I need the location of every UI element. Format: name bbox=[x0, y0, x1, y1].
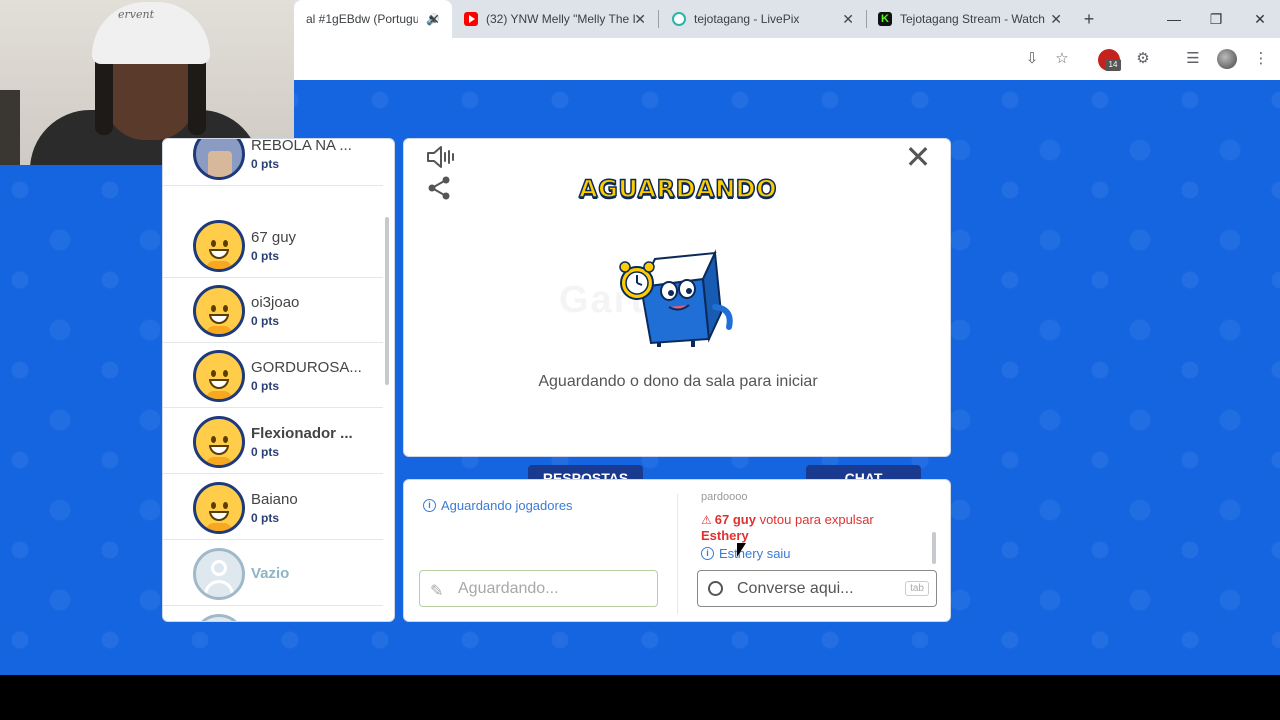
menu-dots-icon[interactable]: ⋮ bbox=[1250, 48, 1272, 70]
tab-livepix[interactable]: tejotagang - LivePix ✕ bbox=[660, 0, 866, 38]
player-item[interactable]: Flexionador ... 0 pts bbox=[163, 409, 383, 474]
smiley-avatar-icon bbox=[193, 482, 245, 534]
media-controls-icon[interactable]: ☰ bbox=[1182, 48, 1204, 70]
player-item[interactable]: REBOLA NA ... 0 pts bbox=[163, 138, 383, 186]
vote-text: votou para expulsar bbox=[755, 512, 874, 527]
sound-icon[interactable] bbox=[426, 145, 456, 169]
status-title: AGUARDANDO bbox=[578, 174, 777, 204]
tab-separator bbox=[658, 10, 659, 28]
profile-avatar[interactable] bbox=[1217, 49, 1237, 69]
new-tab-button[interactable]: + bbox=[1078, 8, 1100, 30]
tab-youtube[interactable]: (32) YNW Melly "Melly The I ✕ bbox=[452, 0, 658, 38]
player-points: 0 pts bbox=[251, 249, 280, 263]
tab-title: al #1gEBdw (Portugu bbox=[306, 12, 419, 26]
player-points: 0 pts bbox=[251, 511, 280, 525]
player-item[interactable]: Baiano 0 pts bbox=[163, 475, 383, 540]
smiley-avatar-icon bbox=[193, 416, 245, 468]
chat-placeholder: Converse aqui... bbox=[737, 580, 854, 597]
empty-user-icon bbox=[193, 614, 245, 621]
kick-icon: K bbox=[878, 12, 892, 26]
player-name: 67 guy bbox=[251, 229, 297, 246]
smiley-avatar-icon bbox=[193, 350, 245, 402]
player-name: GORDUROSA... bbox=[251, 359, 362, 376]
webcam-chair bbox=[0, 90, 20, 165]
mouse-cursor bbox=[737, 543, 746, 557]
black-bar bbox=[0, 675, 1280, 720]
vote-target: Esthery bbox=[701, 528, 749, 543]
install-app-icon[interactable]: ⇩ bbox=[1021, 48, 1043, 70]
warning-icon: ⚠ bbox=[701, 513, 712, 527]
player-points: 0 pts bbox=[251, 314, 280, 328]
chat-vote-message: ⚠ 67 guy votou para expulsar Esthery bbox=[701, 512, 921, 543]
info-icon: i bbox=[701, 547, 714, 560]
vote-user: 67 guy bbox=[714, 512, 756, 527]
youtube-icon bbox=[464, 12, 478, 26]
player-name: Flexionador ... bbox=[251, 425, 353, 442]
chat-input[interactable]: Converse aqui... tab bbox=[697, 570, 937, 607]
tab-gartic[interactable]: al #1gEBdw (Portugu 🔊 ✕ bbox=[294, 0, 452, 38]
info-icon: i bbox=[423, 499, 436, 512]
player-item[interactable]: 67 guy 0 pts bbox=[163, 213, 383, 278]
tab-key-hint: tab bbox=[905, 581, 929, 596]
player-list[interactable]: REBOLA NA ... 0 pts 67 guy 0 pts oi3joao… bbox=[162, 138, 395, 622]
player-name: REBOLA NA ... bbox=[251, 138, 352, 154]
bookmark-star-icon[interactable]: ☆ bbox=[1051, 48, 1073, 70]
tab-title: Tejotagang Stream - Watch bbox=[900, 12, 1045, 26]
player-points: 0 pts bbox=[251, 445, 280, 459]
window-close-button[interactable]: ✕ bbox=[1238, 0, 1280, 38]
livepix-icon bbox=[672, 12, 686, 26]
player-avatar bbox=[193, 139, 245, 180]
close-icon[interactable]: ✕ bbox=[842, 11, 854, 28]
status-message: Aguardando o dono da sala para iniciar bbox=[538, 373, 818, 390]
extensions-icon[interactable]: ⚙ bbox=[1132, 48, 1154, 70]
panel-divider bbox=[677, 494, 678, 614]
answers-info: i Aguardando jogadores bbox=[423, 498, 573, 513]
chat-bubble-icon bbox=[708, 581, 723, 596]
answer-placeholder: Aguardando... bbox=[458, 580, 559, 597]
player-name: Baiano bbox=[251, 491, 298, 508]
empty-slot[interactable]: Vazio bbox=[163, 541, 383, 606]
close-icon[interactable]: ✕ bbox=[1050, 11, 1062, 28]
main-panel: ✕ Gartic AGUARDANDO Aguardando o dono da… bbox=[403, 138, 951, 457]
minimize-button[interactable]: — bbox=[1152, 0, 1196, 38]
player-name: oi3joao bbox=[251, 294, 300, 311]
smiley-avatar-icon bbox=[193, 285, 245, 337]
empty-slot bbox=[163, 607, 383, 621]
player-list-scrollbar[interactable] bbox=[385, 217, 389, 385]
pencil-icon: ✎ bbox=[430, 583, 444, 600]
tab-kick[interactable]: K Tejotagang Stream - Watch ✕ bbox=[866, 0, 1074, 38]
player-item[interactable]: oi3joao 0 pts bbox=[163, 278, 383, 343]
player-points: 0 pts bbox=[251, 379, 280, 393]
answer-input[interactable]: ✎ Aguardando... bbox=[419, 570, 658, 607]
chat-message: pardoooo bbox=[701, 491, 748, 503]
close-icon[interactable]: ✕ bbox=[902, 141, 934, 173]
empty-user-icon bbox=[193, 548, 245, 600]
left-text: saiu bbox=[763, 546, 791, 561]
player-item[interactable]: GORDUROSA... 0 pts bbox=[163, 343, 383, 408]
smiley-avatar-icon bbox=[193, 220, 245, 272]
player-name: Vazio bbox=[251, 565, 290, 582]
answers-chat-panel: i Aguardando jogadores ✎ Aguardando... p… bbox=[403, 479, 951, 622]
webcam-hair bbox=[188, 55, 206, 135]
close-icon[interactable]: ✕ bbox=[428, 11, 440, 28]
extension-badge: 14 bbox=[1105, 59, 1121, 71]
restore-button[interactable]: ❐ bbox=[1194, 0, 1238, 38]
answers-info-text: Aguardando jogadores bbox=[441, 498, 573, 513]
mascot-clock-icon bbox=[619, 249, 733, 347]
webcam-hair bbox=[95, 55, 113, 135]
cap-text: ervent bbox=[118, 8, 154, 21]
tab-title: (32) YNW Melly "Melly The I bbox=[486, 12, 636, 26]
player-points: 0 pts bbox=[251, 157, 280, 171]
tab-title: tejotagang - LivePix bbox=[694, 12, 800, 26]
chat-scrollbar[interactable] bbox=[932, 532, 936, 564]
close-icon[interactable]: ✕ bbox=[634, 11, 646, 28]
